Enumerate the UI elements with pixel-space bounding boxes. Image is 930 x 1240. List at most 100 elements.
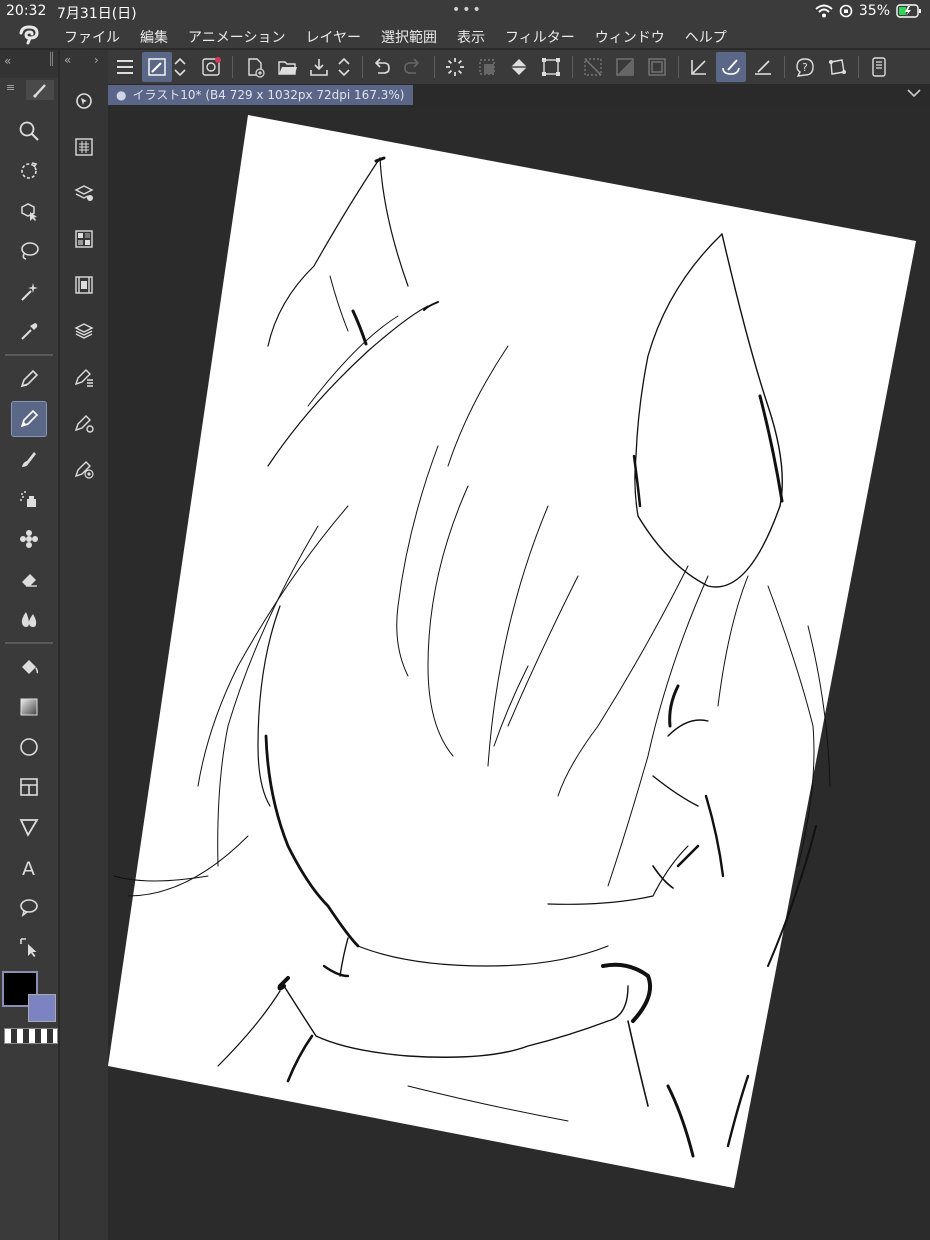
updown-arrows-icon[interactable] <box>170 52 190 82</box>
deselect-icon[interactable] <box>578 52 608 82</box>
transform-icon[interactable] <box>536 52 566 82</box>
panel-column-header: « › <box>60 50 108 72</box>
divider <box>784 56 785 78</box>
brush-icon[interactable] <box>12 442 46 476</box>
frame-icon[interactable] <box>12 770 46 804</box>
divider <box>678 56 679 78</box>
app-logo-icon[interactable] <box>18 25 40 45</box>
tool-palette: « ║ ≡ A <box>0 50 58 1240</box>
svg-text:A: A <box>22 858 35 878</box>
menu-layer[interactable]: レイヤー <box>305 27 361 47</box>
menu-edit[interactable]: 編集 <box>140 27 168 47</box>
chevron-down-icon[interactable] <box>906 85 922 101</box>
quick-access-icon[interactable] <box>142 52 172 82</box>
paper-canvas[interactable] <box>108 115 916 1188</box>
decoration-icon[interactable] <box>12 522 46 556</box>
tool-divider <box>5 642 53 644</box>
pen-icon[interactable] <box>12 362 46 396</box>
brush-size-icon[interactable] <box>67 452 101 486</box>
undo-icon[interactable] <box>366 52 396 82</box>
airbrush-icon[interactable] <box>12 482 46 516</box>
selection-border-icon[interactable] <box>642 52 672 82</box>
fill-icon[interactable] <box>12 650 46 684</box>
help-icon[interactable]: ? <box>790 52 820 82</box>
zoom-icon[interactable] <box>12 114 46 148</box>
correct-line-icon[interactable] <box>12 930 46 964</box>
document-tab[interactable]: ● イラスト10* (B4 729 x 1032px 72dpi 167.3%) <box>108 85 413 105</box>
orientation-lock-icon <box>839 4 853 18</box>
save-icon[interactable] <box>304 52 334 82</box>
device-icon[interactable] <box>864 52 894 82</box>
timeline-icon[interactable] <box>67 268 101 302</box>
loading-icon[interactable] <box>440 52 470 82</box>
clear-icon[interactable] <box>472 52 502 82</box>
menu-window[interactable]: ウィンドウ <box>595 27 665 47</box>
menu-file[interactable]: ファイル <box>64 27 120 47</box>
menu-filter[interactable]: フィルター <box>505 27 575 47</box>
material-icon[interactable] <box>67 176 101 210</box>
multitask-dots-icon[interactable]: ••• <box>452 2 483 18</box>
collapse-left-icon[interactable]: « <box>4 54 11 68</box>
panel-column: « › <box>60 50 108 1240</box>
tool-menu-icon[interactable]: ≡ <box>6 81 15 94</box>
updown-arrows-icon[interactable] <box>334 52 354 82</box>
color-set-icon[interactable] <box>67 222 101 256</box>
text-icon[interactable]: A <box>12 850 46 884</box>
status-date: 7月31日(日) <box>57 6 137 22</box>
pencil-icon[interactable] <box>11 401 47 437</box>
eyedropper-icon[interactable] <box>12 314 46 348</box>
rotate-icon[interactable] <box>12 154 46 188</box>
ruler-snap-icon[interactable] <box>684 52 714 82</box>
menu-view[interactable]: 表示 <box>457 27 485 47</box>
status-bar: 20:32 7月31日(日) ••• 35% <box>0 0 930 24</box>
eraser-icon[interactable] <box>12 562 46 596</box>
status-time: 20:32 <box>6 3 47 19</box>
blend-icon[interactable] <box>12 602 46 636</box>
divider <box>232 56 233 78</box>
document-tab-label: イラスト10* (B4 729 x 1032px 72dpi 167.3%) <box>132 88 405 102</box>
sub-color-swatch[interactable] <box>28 994 56 1022</box>
layer-property-icon[interactable] <box>67 130 101 164</box>
balloon-icon[interactable] <box>12 890 46 924</box>
menu-help[interactable]: ヘルプ <box>685 27 727 47</box>
new-canvas-icon[interactable] <box>240 52 270 82</box>
figure-icon[interactable] <box>12 730 46 764</box>
divider <box>362 56 363 78</box>
redo-icon[interactable] <box>398 52 428 82</box>
canvas-view[interactable] <box>108 106 930 1240</box>
hamburger-menu-icon[interactable] <box>110 52 140 82</box>
fill-bucket-icon[interactable] <box>504 52 534 82</box>
layer-icon[interactable] <box>67 314 101 348</box>
magic-wand-icon[interactable] <box>12 274 46 308</box>
collapse-panels-icon[interactable]: « <box>64 53 71 67</box>
divider <box>434 56 435 78</box>
command-bar: ? <box>108 50 930 84</box>
tool-palette-header: « ║ <box>0 50 58 78</box>
object-select-icon[interactable] <box>12 194 46 228</box>
invert-selection-icon[interactable] <box>610 52 640 82</box>
menu-animation[interactable]: アニメーション <box>188 27 285 47</box>
menu-selection[interactable]: 選択範囲 <box>381 27 437 47</box>
expand-panels-icon[interactable]: › <box>94 53 99 67</box>
companion-icon[interactable] <box>196 52 226 82</box>
wifi-icon <box>815 4 833 18</box>
grid-snap-icon[interactable] <box>748 52 778 82</box>
crop-icon[interactable] <box>822 52 852 82</box>
menu-bar: ファイル 編集 アニメーション レイヤー 選択範囲 表示 フィルター ウィンドウ… <box>0 24 930 48</box>
drag-handle-icon[interactable]: ║ <box>48 52 55 66</box>
lasso-icon[interactable] <box>12 234 46 268</box>
pen-tab-icon[interactable] <box>26 80 54 100</box>
navigator-icon[interactable] <box>67 84 101 118</box>
special-ruler-snap-icon[interactable] <box>716 52 746 82</box>
battery-icon <box>896 4 922 18</box>
sub-tool-icon[interactable] <box>67 360 101 394</box>
transparent-color-swatch[interactable] <box>4 1028 58 1044</box>
battery-percent: 35% <box>858 3 890 19</box>
ruler-icon[interactable] <box>12 810 46 844</box>
tool-property-icon[interactable] <box>67 406 101 440</box>
divider <box>858 56 859 78</box>
gradient-icon[interactable] <box>12 690 46 724</box>
tab-dot-icon: ● <box>116 88 127 102</box>
canvas-area[interactable] <box>108 106 930 1240</box>
open-folder-icon[interactable] <box>272 52 302 82</box>
